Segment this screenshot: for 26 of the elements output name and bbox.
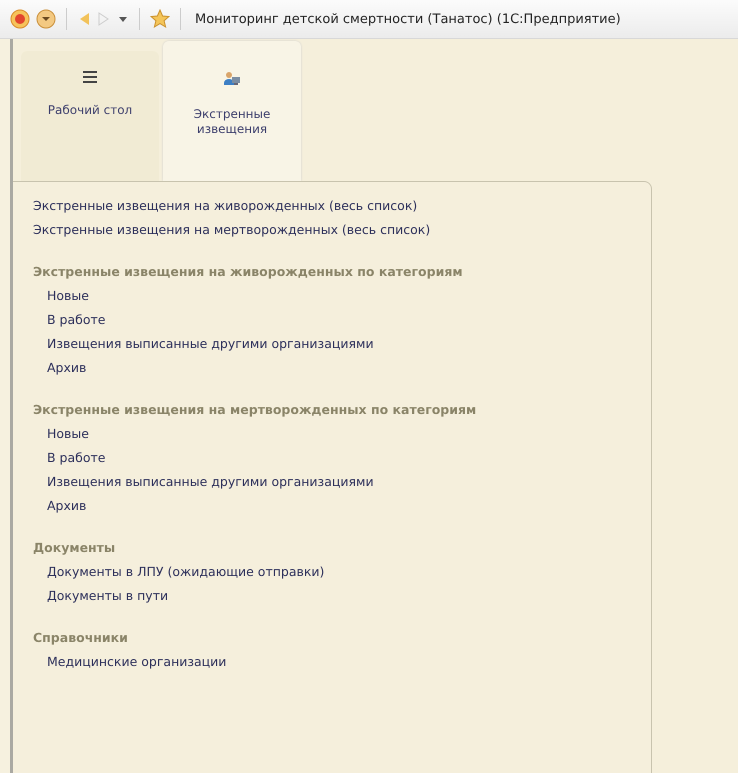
nav-link[interactable]: Экстренные извещения на живорожденных (весь список) — [33, 194, 651, 218]
menu-icon — [83, 71, 97, 83]
nav-link[interactable]: Документы в пути — [33, 584, 651, 608]
nav-link[interactable]: Архив — [33, 356, 651, 380]
nav-link[interactable]: В работе — [33, 446, 651, 470]
section-tab[interactable]: Экстренные извещения — [163, 41, 301, 181]
nav-link[interactable]: Медицинские организации — [33, 650, 651, 674]
nav-link[interactable]: Новые — [33, 422, 651, 446]
window-title: Мониторинг детской смертности (Танатос) (1С:Предприятие) — [195, 12, 621, 26]
nav-link[interactable]: Экстренные извещения на мертворожденных (весь список) — [33, 218, 651, 242]
app-logo-icon[interactable] — [10, 9, 30, 29]
section-tab[interactable]: Рабочий стол — [21, 51, 159, 181]
caret-icon[interactable] — [117, 14, 129, 24]
star-icon[interactable] — [150, 9, 170, 29]
nav-link[interactable]: Извещения выписанные другими организациями — [33, 332, 651, 356]
nav-link[interactable]: В работе — [33, 308, 651, 332]
section-heading: Документы — [33, 539, 116, 557]
nav-link[interactable]: Новые — [33, 284, 651, 308]
section-heading: Экстренные извещения на мертворожденных по категориям — [33, 401, 478, 419]
dropdown-menu-icon[interactable] — [36, 9, 56, 29]
nav-link[interactable]: Извещения выписанные другими организациями — [33, 470, 651, 494]
user-computer-icon — [224, 71, 240, 87]
nav-link[interactable]: Архив — [33, 494, 651, 518]
section-heading: Справочники — [33, 629, 129, 647]
nav-link[interactable]: Документы в ЛПУ (ожидающие отправки) — [33, 560, 651, 584]
section-heading: Экстренные извещения на живорожденных по категориям — [33, 263, 464, 281]
